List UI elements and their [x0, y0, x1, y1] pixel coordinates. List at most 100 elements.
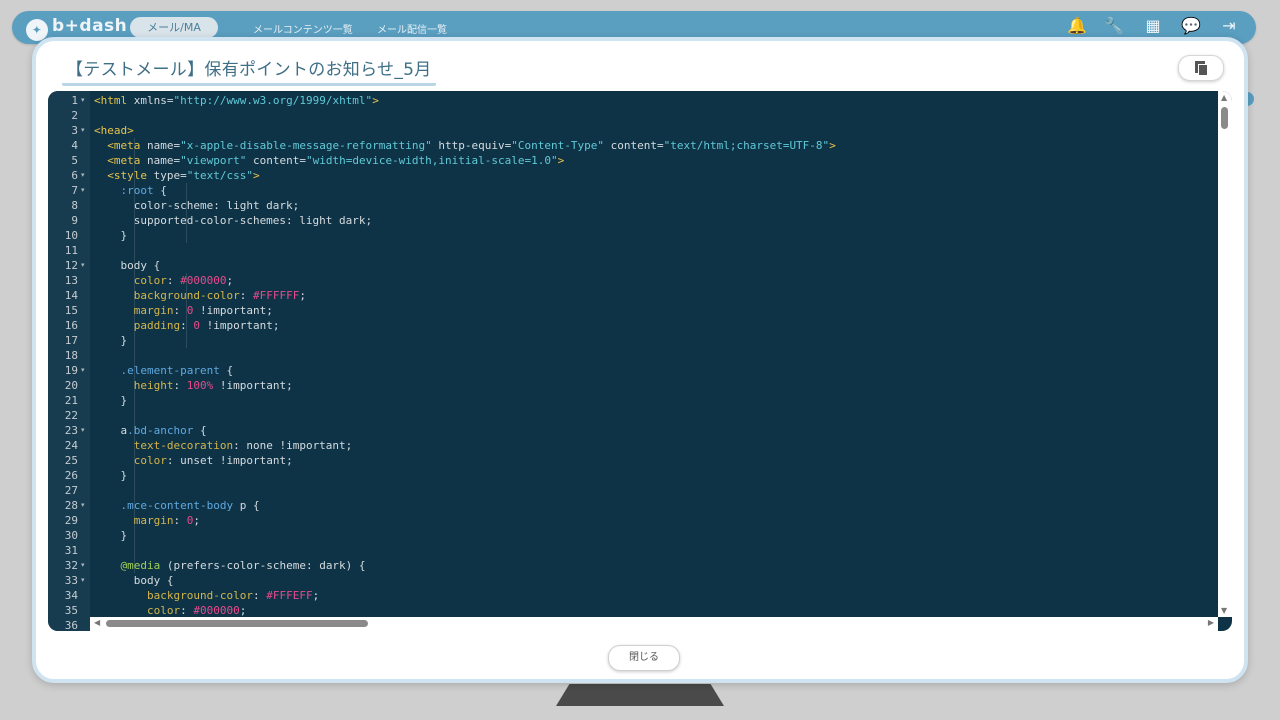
nav-mail-delivery-list[interactable]: メール配信一覧 [377, 21, 447, 36]
fold-toggle-icon[interactable]: ▾ [81, 123, 89, 138]
scroll-up-icon[interactable]: ▲ [1221, 93, 1227, 102]
fold-toggle-icon[interactable]: ▾ [81, 168, 89, 183]
fold-toggle-icon[interactable]: ▾ [81, 93, 89, 108]
line-number: 2 [71, 109, 78, 122]
code-content[interactable]: <html xmlns="http://www.w3.org/1999/xhtm… [94, 93, 1216, 617]
code-token: #000000 [193, 604, 240, 617]
code-token: p { [233, 499, 260, 512]
fold-toggle-icon[interactable]: ▾ [81, 423, 89, 438]
indent-guide [186, 273, 188, 348]
code-token: body { [94, 574, 174, 587]
code-token: "x-apple-disable-message-reformatting" [180, 139, 432, 152]
code-token: "text/html;charset=UTF-8" [663, 139, 830, 152]
code-token: : [252, 589, 267, 602]
html-source-modal: 【テストメール】保有ポイントのお知らせ_5月 1 ▾ 2 3 ▾ 4 5 6 ▾ 7 ▾ 8 9 10 11… [32, 37, 1248, 683]
code-token: } [94, 394, 128, 407]
nav-mail-content-list[interactable]: メールコンテンツ一覧 [253, 21, 353, 36]
code-token: <meta [107, 139, 147, 152]
fold-toggle-icon[interactable]: ▾ [81, 558, 89, 573]
line-number: 4 [71, 139, 78, 152]
scroll-right-icon[interactable]: ▶ [1208, 618, 1214, 627]
line-number: 32 [64, 559, 78, 572]
code-token: name= [147, 139, 181, 152]
line-number: 33 [64, 574, 78, 587]
line-number: 26 [64, 469, 78, 482]
grid-icon[interactable]: ▦ [1142, 15, 1164, 37]
line-number: 35 [64, 604, 78, 617]
fold-toggle-icon[interactable]: ▾ [81, 258, 89, 273]
bell-icon[interactable]: 🔔 [1066, 15, 1088, 37]
scroll-left-icon[interactable]: ◀ [94, 618, 100, 627]
code-line: color: #000000; [94, 273, 1216, 288]
wrench-icon[interactable]: 🔧 [1103, 15, 1125, 37]
line-number: 21 [64, 394, 78, 407]
fold-toggle-icon[interactable]: ▾ [81, 183, 89, 198]
line-number: 16 [64, 319, 78, 332]
line-number: 29 [64, 514, 78, 527]
code-token: color-scheme: light dark; [94, 199, 300, 212]
vertical-scroll-thumb[interactable] [1221, 107, 1228, 129]
line-number: 6 [71, 169, 78, 182]
code-line: height: 100% !important; [94, 378, 1216, 393]
monitor-stand [556, 684, 724, 706]
line-number: 31 [64, 544, 78, 557]
code-line: } [94, 468, 1216, 483]
fold-toggle-icon[interactable]: ▾ [81, 363, 89, 378]
line-number: 36 [64, 619, 78, 631]
line-number: 34 [64, 589, 78, 602]
line-number: 1 [71, 94, 78, 107]
code-line: margin: 0; [94, 513, 1216, 528]
code-token: ; [193, 514, 200, 527]
chat-icon[interactable]: 💬 [1180, 15, 1202, 37]
scroll-down-icon[interactable]: ▼ [1221, 606, 1227, 615]
code-token: } [94, 529, 128, 542]
code-token: margin [133, 514, 174, 527]
close-button[interactable]: 閉じる [608, 645, 680, 671]
code-token: text-decoration [133, 439, 234, 452]
vertical-scrollbar[interactable]: ▲ ▼ [1218, 91, 1232, 617]
line-number: 15 [64, 304, 78, 317]
code-token: http-equiv= [431, 139, 512, 152]
horizontal-scroll-thumb[interactable] [106, 620, 368, 627]
line-number: 20 [64, 379, 78, 392]
line-number: 5 [71, 154, 78, 167]
code-line: .mce-content-body p { [94, 498, 1216, 513]
fold-toggle-icon[interactable]: ▾ [81, 573, 89, 588]
code-token: : [239, 289, 253, 302]
line-number: 19 [64, 364, 78, 377]
line-number: 10 [64, 229, 78, 242]
code-token: : unset !important; [166, 454, 293, 467]
code-token: { [153, 184, 167, 197]
code-token: #FFFEFF [266, 589, 313, 602]
line-number: 7 [71, 184, 78, 197]
code-token: : [180, 604, 194, 617]
code-token: background-color [146, 589, 253, 602]
code-token: padding [133, 319, 181, 332]
code-token: > [557, 154, 565, 167]
fold-toggle-icon[interactable]: ▾ [81, 498, 89, 513]
code-token: margin [133, 304, 174, 317]
code-token: !important; [193, 304, 273, 317]
copy-button[interactable] [1178, 55, 1224, 81]
nav-mail-ma[interactable]: メール/MA [130, 17, 218, 38]
code-token: @media [120, 559, 161, 572]
code-line: color-scheme: light dark; [94, 198, 1216, 213]
code-token: :root [120, 184, 154, 197]
horizontal-scrollbar[interactable]: ◀ ▶ [90, 617, 1218, 631]
logout-icon[interactable]: ⇥ [1218, 15, 1240, 37]
code-editor[interactable]: 1 ▾ 2 3 ▾ 4 5 6 ▾ 7 ▾ 8 9 10 11 12 ▾ 13 14 15 16 17 18 19 ▾ 20 21 2… [48, 91, 1232, 631]
code-line: color: #000000; [94, 603, 1216, 617]
code-line: body { [94, 573, 1216, 588]
